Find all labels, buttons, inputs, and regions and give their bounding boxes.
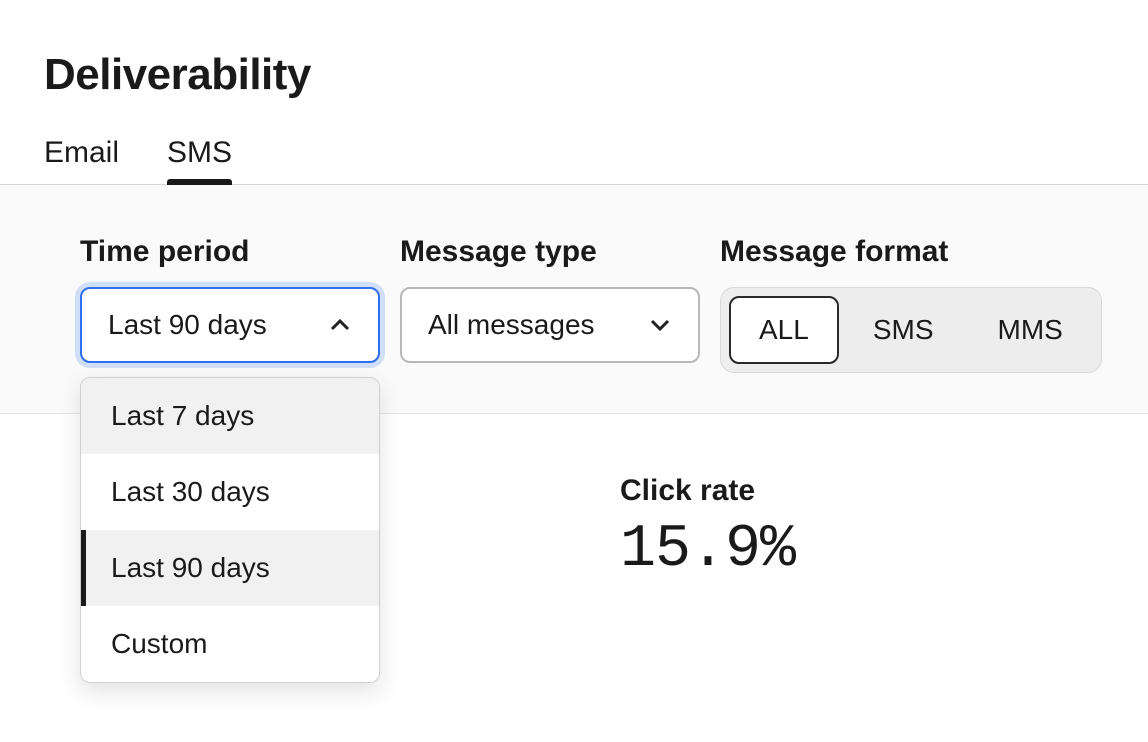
time-period-option[interactable]: Last 7 days — [81, 378, 379, 454]
time-period-select[interactable]: Last 90 days — [80, 287, 380, 363]
time-period-option[interactable]: Custom — [81, 606, 379, 682]
filter-message-type: Message type All messages — [400, 235, 700, 363]
stat-click-rate: Click rate 15.9% — [620, 474, 795, 584]
message-type-select[interactable]: All messages — [400, 287, 700, 363]
filter-time-period: Time period Last 90 days Last 7 days Las… — [80, 235, 380, 363]
time-period-option[interactable]: Last 30 days — [81, 454, 379, 530]
filter-message-format: Message format ALL SMS MMS — [720, 235, 1102, 373]
chevron-up-icon — [328, 313, 352, 337]
time-period-value: Last 90 days — [108, 309, 267, 341]
message-format-segmented: ALL SMS MMS — [720, 287, 1102, 373]
message-type-value: All messages — [428, 309, 595, 341]
message-type-label: Message type — [400, 235, 700, 269]
time-period-option[interactable]: Last 90 days — [81, 530, 379, 606]
click-rate-value: 15.9% — [620, 516, 795, 584]
time-period-dropdown: Last 7 days Last 30 days Last 90 days Cu… — [80, 377, 380, 683]
click-rate-label: Click rate — [620, 474, 795, 508]
time-period-label: Time period — [80, 235, 380, 269]
message-format-option-all[interactable]: ALL — [729, 296, 839, 364]
chevron-down-icon — [648, 313, 672, 337]
tabs: Email SMS — [0, 136, 1148, 185]
tab-sms[interactable]: SMS — [167, 136, 232, 184]
filters-bar: Time period Last 90 days Last 7 days Las… — [0, 185, 1148, 414]
message-format-label: Message format — [720, 235, 1102, 269]
tab-email[interactable]: Email — [44, 136, 119, 184]
message-format-option-sms[interactable]: SMS — [843, 296, 964, 364]
page-title: Deliverability — [44, 50, 1104, 100]
message-format-option-mms[interactable]: MMS — [968, 296, 1093, 364]
